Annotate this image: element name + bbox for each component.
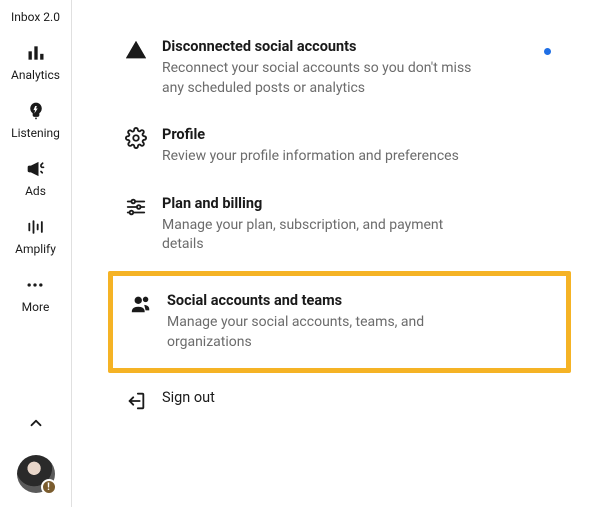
warning-triangle-icon [124, 38, 148, 62]
collapse-button[interactable] [27, 414, 45, 435]
sidebar-item-amplify[interactable]: Amplify [15, 216, 56, 256]
sidebar-item-label: Listening [11, 126, 60, 140]
sidebar-item-label: Ads [25, 184, 46, 198]
sidebar-item-label: More [22, 300, 50, 314]
menu-item-title: Social accounts and teams [167, 292, 487, 309]
menu-item-desc: Reconnect your social accounts so you do… [162, 59, 482, 98]
highlighted-region: Social accounts and teams Manage your so… [108, 271, 571, 373]
soundwave-icon [25, 216, 47, 238]
menu-item-profile[interactable]: Profile Review your profile information … [112, 112, 567, 181]
menu-item-social-accounts[interactable]: Social accounts and teams Manage your so… [113, 276, 566, 368]
sidebar-item-label: Inbox 2.0 [11, 10, 60, 24]
tune-icon [124, 195, 148, 219]
sidebar: Inbox 2.0 Analytics Listening Ads Amplif… [0, 0, 72, 507]
lightbulb-icon [25, 100, 47, 122]
sidebar-item-label: Amplify [15, 242, 56, 256]
menu-item-signout[interactable]: Sign out [112, 375, 567, 427]
ellipsis-icon [24, 274, 46, 296]
bar-chart-icon [25, 42, 47, 64]
menu-item-disconnected[interactable]: Disconnected social accounts Reconnect y… [112, 24, 567, 112]
sidebar-item-ads[interactable]: Ads [25, 158, 47, 198]
sidebar-item-more[interactable]: More [22, 274, 50, 314]
megaphone-icon [25, 158, 47, 180]
menu-item-title: Plan and billing [162, 195, 482, 212]
menu-item-plan[interactable]: Plan and billing Manage your plan, subsc… [112, 181, 567, 269]
sidebar-item-label: Analytics [11, 68, 60, 82]
menu-item-title: Sign out [162, 389, 215, 406]
people-icon [129, 292, 153, 316]
warning-badge-icon: ! [41, 479, 57, 495]
menu-item-title: Disconnected social accounts [162, 38, 482, 55]
notification-dot-icon [544, 48, 551, 55]
account-avatar[interactable]: ! [17, 455, 55, 493]
menu-item-desc: Manage your social accounts, teams, and … [167, 313, 487, 352]
sidebar-item-analytics[interactable]: Analytics [11, 42, 60, 82]
menu-item-desc: Review your profile information and pref… [162, 147, 459, 167]
menu-item-title: Profile [162, 126, 459, 143]
signout-icon [124, 389, 148, 413]
gear-icon [124, 126, 148, 150]
menu-item-desc: Manage your plan, subscription, and paym… [162, 216, 482, 255]
sidebar-item-inbox[interactable]: Inbox 2.0 [11, 6, 60, 24]
sidebar-item-listening[interactable]: Listening [11, 100, 60, 140]
account-menu: Disconnected social accounts Reconnect y… [72, 0, 591, 507]
